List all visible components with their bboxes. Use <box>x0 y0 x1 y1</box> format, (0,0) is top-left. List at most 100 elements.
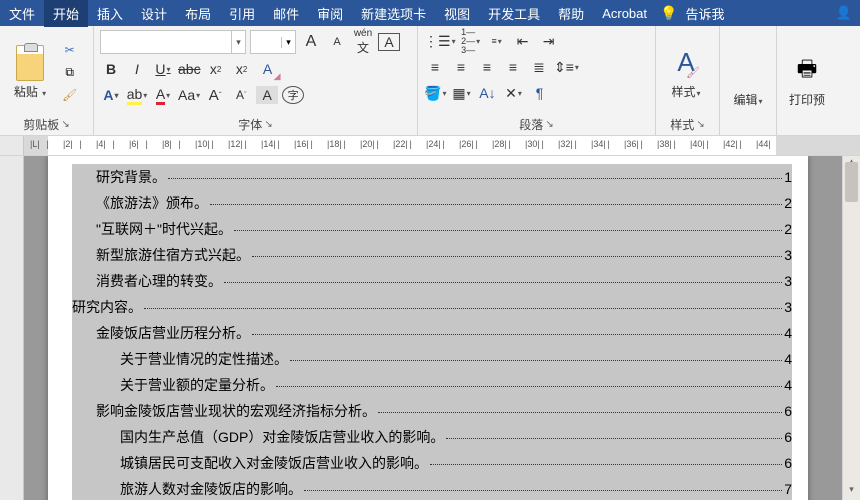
ruler-vertical[interactable] <box>0 156 24 500</box>
char-border-button[interactable]: A <box>378 33 400 51</box>
editing-button[interactable]: 编辑▾ <box>726 30 770 131</box>
styles-button[interactable]: A🖌 样式▾ <box>662 30 710 114</box>
menu-layout[interactable]: 布局 <box>176 0 220 27</box>
line-spacing-button[interactable]: ⇕≡▾ <box>554 56 579 78</box>
toc-entry[interactable]: 关于营业额的定量分析。4 <box>72 372 792 398</box>
change-case-button[interactable]: Aa▾ <box>178 84 200 106</box>
toc-entry[interactable]: 影响金陵饭店营业现状的宏观经济指标分析。6 <box>72 398 792 424</box>
show-marks-button[interactable]: ¶ <box>528 82 550 104</box>
subscript-button[interactable]: x2 <box>205 58 227 80</box>
toc-entry[interactable]: "互联网＋"时代兴起。2 <box>72 216 792 242</box>
align-left-button[interactable]: ≡ <box>424 56 446 78</box>
menu-mailings[interactable]: 邮件 <box>264 0 308 27</box>
bold-button[interactable]: B <box>100 58 122 80</box>
toc-entry[interactable]: 金陵饭店营业历程分析。4 <box>72 320 792 346</box>
dialog-launcher-icon[interactable]: ↘ <box>61 119 69 130</box>
dialog-launcher-icon[interactable]: ↘ <box>264 119 272 130</box>
ruler-tick: | <box>146 139 148 149</box>
clear-format-button[interactable]: A◢ <box>257 58 279 80</box>
justify-button[interactable]: ≡ <box>502 56 524 78</box>
ruler-tick: |38| <box>657 139 672 149</box>
ruler-tick: | <box>575 139 577 149</box>
paste-button[interactable]: 粘贴 ▾ <box>6 30 54 114</box>
group-paragraph: ⋮☰▾ 1—2—3—▾ ≡▾ ⇤ ⇥ ≡ ≡ ≡ ≡ ≣ ⇕≡▾ 🪣▾ ▦▾ A… <box>418 26 656 135</box>
align-center-button[interactable]: ≡ <box>450 56 472 78</box>
format-painter-button[interactable]: 🖌 <box>60 86 79 104</box>
scrollbar-thumb[interactable] <box>845 162 858 202</box>
grow-a-button[interactable]: Aˆ <box>204 84 226 106</box>
superscript-button[interactable]: x2 <box>231 58 253 80</box>
char-shading-button[interactable]: A <box>256 86 278 104</box>
menu-file[interactable]: 文件 <box>0 0 44 27</box>
menu-newtab[interactable]: 新建选项卡 <box>352 0 435 27</box>
dialog-launcher-icon[interactable]: ↘ <box>696 119 704 130</box>
toc-entry[interactable]: 新型旅游住宿方式兴起。3 <box>72 242 792 268</box>
toc-entry[interactable]: 《旅游法》颁布。2 <box>72 190 792 216</box>
menu-references[interactable]: 引用 <box>220 0 264 27</box>
tell-me[interactable]: 告诉我 <box>677 0 732 27</box>
multilevel-button[interactable]: ≡▾ <box>486 30 508 52</box>
copy-button[interactable]: ⧉ <box>60 63 79 82</box>
menu-review[interactable]: 审阅 <box>308 0 352 27</box>
shrink-font-button[interactable]: A <box>326 31 348 53</box>
menu-developer[interactable]: 开发工具 <box>479 0 549 27</box>
cut-button[interactable]: ✂ <box>60 41 79 59</box>
toc-entry[interactable]: 旅游人数对金陵饭店的影响。7 <box>72 476 792 500</box>
increase-indent-button[interactable]: ⇥ <box>538 30 560 52</box>
font-color-button[interactable]: A▾ <box>152 84 174 106</box>
decrease-indent-button[interactable]: ⇤ <box>512 30 534 52</box>
align-right-button[interactable]: ≡ <box>476 56 498 78</box>
numbering-button[interactable]: 1—2—3—▾ <box>460 30 482 52</box>
shrink-a-button[interactable]: Aˇ <box>230 84 252 106</box>
ruler-tick: |10| <box>195 139 210 149</box>
font-name-select[interactable]: ▾ <box>100 30 246 54</box>
toc-entry[interactable]: 研究背景。1 <box>72 164 792 190</box>
dialog-launcher-icon[interactable]: ↘ <box>545 119 553 130</box>
toc-entry[interactable]: 国内生产总值（GDP）对金陵饭店营业收入的影响。6 <box>72 424 792 450</box>
menu-design[interactable]: 设计 <box>132 0 176 27</box>
scroll-down-icon[interactable]: ▾ <box>843 484 860 500</box>
toc-entry[interactable]: 消费者心理的转变。3 <box>72 268 792 294</box>
print-preview-button[interactable]: 🖶 打印预 <box>783 30 831 131</box>
menu-help[interactable]: 帮助 <box>549 0 593 27</box>
underline-button[interactable]: U▾ <box>152 58 174 80</box>
highlight-button[interactable]: ab▾ <box>126 84 148 106</box>
borders-button[interactable]: ▦▾ <box>450 82 472 104</box>
toc-entry[interactable]: 关于营业情况的定性描述。4 <box>72 346 792 372</box>
text-effects-button[interactable]: A▾ <box>100 84 122 106</box>
ruler-tick: |8| <box>162 139 172 149</box>
toc-entry[interactable]: 城镇居民可支配收入对金陵饭店营业收入的影响。6 <box>72 450 792 476</box>
enclose-char-button[interactable]: 字 <box>282 86 304 104</box>
vertical-scrollbar[interactable]: ▴ ▾ <box>842 156 860 500</box>
menu-home[interactable]: 开始 <box>44 0 88 27</box>
italic-button[interactable]: I <box>126 58 148 80</box>
toc-title: 关于营业额的定量分析。 <box>120 375 274 395</box>
menu-view[interactable]: 视图 <box>435 0 479 27</box>
phonetic-button[interactable]: wén文 <box>352 31 374 53</box>
sort-button[interactable]: A↓ <box>476 82 498 104</box>
toc-entry[interactable]: 研究内容。3 <box>72 294 792 320</box>
menu-acrobat[interactable]: Acrobat <box>593 2 656 25</box>
shading-button[interactable]: 🪣▾ <box>424 82 446 104</box>
menu-insert[interactable]: 插入 <box>88 0 132 27</box>
user-icon[interactable]: 👤 <box>828 5 860 21</box>
ruler-tick: |20| <box>360 139 375 149</box>
ruler[interactable]: |L|||2|||4|||6|||8|||10|||12|||14|||16||… <box>24 136 860 155</box>
toc-leader <box>252 256 782 257</box>
ruler-tick: | <box>113 139 115 149</box>
font-size-select[interactable]: ▾ <box>250 30 296 54</box>
ruler-tick: | <box>278 139 280 149</box>
page[interactable]: 研究背景。1《旅游法》颁布。2"互联网＋"时代兴起。2新型旅游住宿方式兴起。3消… <box>48 156 808 500</box>
toc-page: 4 <box>784 351 792 367</box>
table-of-contents: 研究背景。1《旅游法》颁布。2"互联网＋"时代兴起。2新型旅游住宿方式兴起。3消… <box>72 164 792 500</box>
ruler-tick: | <box>410 139 412 149</box>
ruler-tick: | <box>707 139 709 149</box>
toc-page: 1 <box>784 169 792 185</box>
strike-button[interactable]: abc <box>178 58 201 80</box>
ruler-horizontal: |L|||2|||4|||6|||8|||10|||12|||14|||16||… <box>0 136 860 156</box>
distributed-button[interactable]: ≣ <box>528 56 550 78</box>
asian-layout-button[interactable]: ✕▾ <box>502 82 524 104</box>
bullets-button[interactable]: ⋮☰▾ <box>424 30 456 52</box>
grow-font-button[interactable]: A <box>300 31 322 53</box>
lightbulb-icon: 💡 <box>660 5 677 22</box>
